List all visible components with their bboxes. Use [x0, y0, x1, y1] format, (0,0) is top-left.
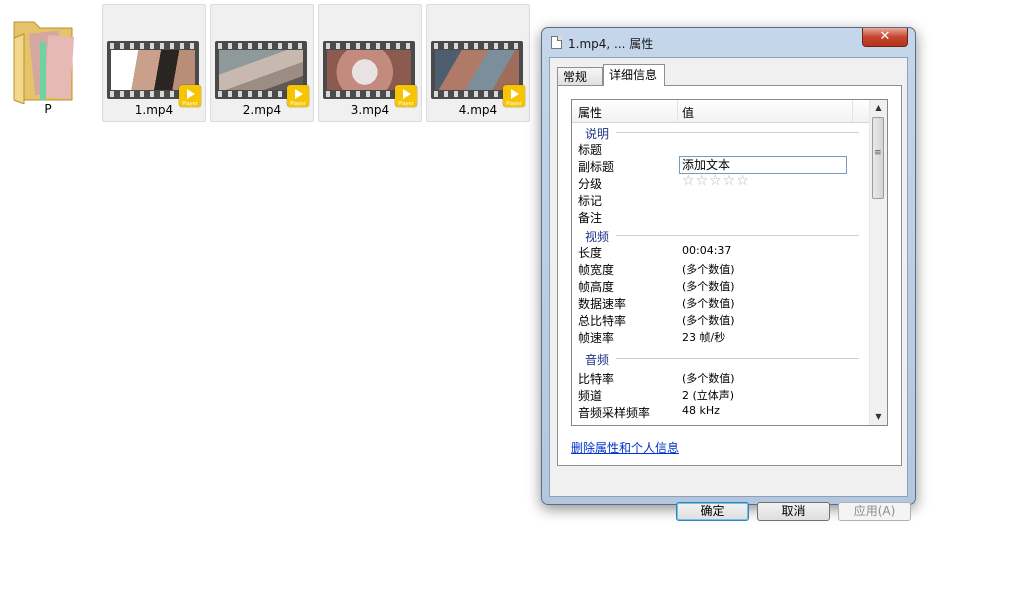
properties-dialog: 1.mp4, ... 属性 ✕ 常规 详细信息 属性 值 说明 标题 副标题 添… — [541, 27, 916, 521]
details-panel: 属性 值 说明 标题 副标题 添加文本 分级 ☆☆☆☆☆ 标记 备注 视频 长度… — [557, 85, 902, 466]
property-row[interactable]: 总比特率 (多个数值) — [572, 311, 871, 328]
property-list[interactable]: 属性 值 说明 标题 副标题 添加文本 分级 ☆☆☆☆☆ 标记 备注 视频 长度… — [571, 99, 888, 426]
group-header: 视频 — [572, 225, 871, 244]
desktop-item-label: 4.mp4 — [458, 103, 498, 117]
property-row[interactable]: 标记 — [572, 191, 871, 208]
dialog-titlebar[interactable]: 1.mp4, ... 属性 ✕ — [542, 28, 915, 56]
scroll-down-arrow-icon[interactable]: ▼ — [870, 409, 887, 425]
scrollbar-thumb[interactable] — [872, 117, 884, 199]
list-header: 属性 值 — [572, 100, 871, 123]
desktop-video-4[interactable]: Player 4.mp4 — [426, 4, 530, 122]
property-row[interactable]: 帧宽度 (多个数值) — [572, 260, 871, 277]
rating-stars-icon[interactable]: ☆☆☆☆☆ — [682, 173, 750, 189]
file-properties-icon — [551, 36, 562, 49]
folder-icon — [13, 21, 75, 104]
desktop-item-label: 2.mp4 — [242, 103, 282, 117]
dialog-title: 1.mp4, ... 属性 — [568, 37, 654, 51]
vertical-scrollbar[interactable]: ▲ ▼ — [869, 100, 887, 425]
desktop-item-label: 1.mp4 — [134, 103, 174, 117]
property-row[interactable]: 标题 — [572, 140, 871, 157]
dialog-client: 常规 详细信息 属性 值 说明 标题 副标题 添加文本 分级 ☆☆☆☆☆ 标记 … — [549, 57, 911, 521]
property-row[interactable]: 数据速率 (多个数值) — [572, 294, 871, 311]
group-header: 说明 — [572, 122, 871, 141]
tab-details[interactable]: 详细信息 — [603, 64, 665, 86]
desktop-item-label: P — [44, 102, 52, 116]
apply-button[interactable]: 应用(A) — [838, 502, 911, 521]
video-thumbnail: Player — [323, 41, 417, 107]
property-row[interactable]: 副标题 添加文本 — [572, 156, 871, 174]
desktop-item-label: 3.mp4 — [350, 103, 390, 117]
property-row[interactable]: 频道 2 (立体声) — [572, 386, 871, 403]
tab-general[interactable]: 常规 — [557, 67, 603, 85]
property-row[interactable]: 备注 — [572, 208, 871, 225]
cancel-button[interactable]: 取消 — [757, 502, 830, 521]
video-thumbnail: Player — [107, 41, 201, 107]
desktop-video-2[interactable]: Player 2.mp4 — [210, 4, 314, 122]
remove-properties-link[interactable]: 删除属性和个人信息 — [571, 439, 679, 456]
desktop-video-3[interactable]: Player 3.mp4 — [318, 4, 422, 122]
property-row[interactable]: 分级 ☆☆☆☆☆ — [572, 173, 871, 191]
video-thumbnail: Player — [215, 41, 309, 107]
desktop-video-1[interactable]: Player 1.mp4 — [102, 4, 206, 122]
ok-button[interactable]: 确定 — [676, 502, 749, 521]
scroll-up-arrow-icon[interactable]: ▲ — [870, 100, 887, 116]
column-header-value[interactable]: 值 — [682, 104, 694, 121]
property-row[interactable]: 帧高度 (多个数值) — [572, 277, 871, 294]
desktop-folder-p[interactable]: P — [2, 4, 94, 122]
close-button[interactable]: ✕ — [862, 28, 908, 47]
property-row[interactable]: 音频采样频率 48 kHz — [572, 403, 871, 420]
subtitle-input[interactable]: 添加文本 — [679, 156, 847, 174]
video-thumbnail: Player — [431, 41, 525, 107]
column-header-property[interactable]: 属性 — [578, 104, 602, 121]
group-header: 音频 — [572, 348, 871, 367]
property-row[interactable]: 帧速率 23 帧/秒 — [572, 328, 871, 345]
property-row[interactable]: 长度 00:04:37 — [572, 243, 871, 260]
property-rows: 说明 标题 副标题 添加文本 分级 ☆☆☆☆☆ 标记 备注 视频 长度 00:0… — [572, 122, 871, 420]
property-row[interactable]: 比特率 (多个数值) — [572, 369, 871, 386]
